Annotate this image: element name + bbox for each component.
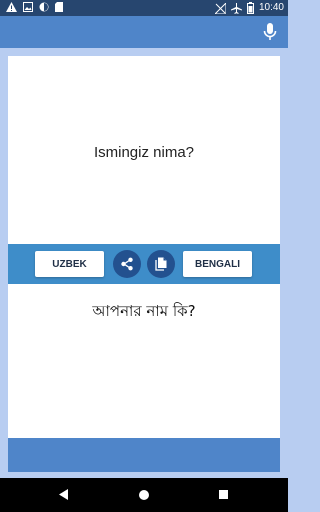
copy-button[interactable] bbox=[147, 250, 175, 278]
airplane-icon bbox=[230, 2, 242, 14]
sd-card-icon bbox=[55, 2, 63, 12]
share-button[interactable] bbox=[113, 250, 141, 278]
mic-icon[interactable] bbox=[262, 22, 278, 42]
status-time: 10:40 bbox=[258, 2, 284, 13]
translated-text-panel: আপনার নাম কি? bbox=[8, 284, 280, 438]
copy-icon bbox=[154, 257, 166, 271]
nav-bar bbox=[0, 478, 288, 512]
battery-icon bbox=[246, 2, 254, 14]
app-bar bbox=[0, 16, 288, 48]
status-right-icons: 10:40 bbox=[214, 1, 284, 15]
target-language-button[interactable]: BENGALI bbox=[183, 251, 252, 277]
circle-icon bbox=[39, 2, 49, 12]
home-icon[interactable] bbox=[139, 490, 149, 500]
recents-icon[interactable] bbox=[219, 490, 228, 499]
status-left-icons bbox=[6, 2, 63, 12]
back-icon[interactable] bbox=[59, 489, 69, 500]
photo-icon bbox=[23, 2, 33, 12]
share-icon bbox=[121, 257, 133, 271]
source-text: Ismingiz nima? bbox=[93, 143, 195, 161]
warning-icon bbox=[6, 2, 17, 12]
no-signal-icon bbox=[214, 2, 226, 14]
language-bar: UZBEK BENGALI bbox=[8, 244, 280, 284]
translated-text: আপনার নাম কি? bbox=[92, 302, 196, 320]
source-language-button[interactable]: UZBEK bbox=[35, 251, 104, 277]
source-text-panel[interactable]: Ismingiz nima? bbox=[8, 56, 280, 244]
footer-bar bbox=[8, 438, 280, 472]
status-bar: 10:40 bbox=[0, 0, 288, 16]
